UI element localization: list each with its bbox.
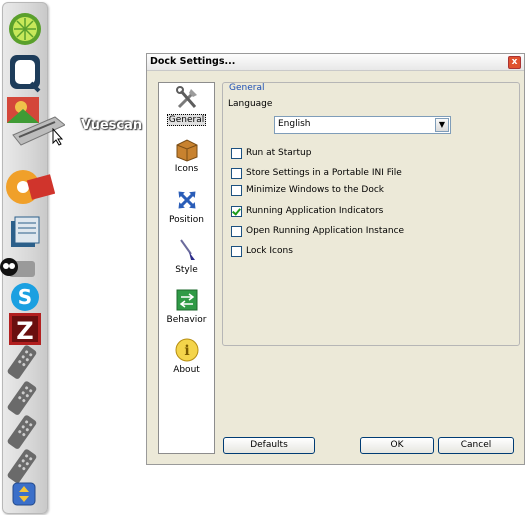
dock-menu-icon[interactable] [11, 481, 37, 507]
ok-button[interactable]: OK [360, 437, 434, 454]
sidebar-item-icons[interactable]: Icons [159, 135, 214, 174]
option-label: Run at Startup [246, 148, 312, 158]
sidebar-label-position: Position [168, 215, 205, 225]
remote-icon[interactable] [7, 415, 43, 451]
option-minimize-to-dock[interactable]: Minimize Windows to the Dock [231, 184, 384, 196]
option-label: Running Application Indicators [246, 206, 384, 216]
group-title: General [228, 83, 266, 93]
sidebar-item-general[interactable]: General [159, 85, 214, 126]
checkbox[interactable] [231, 245, 242, 257]
sidebar-item-position[interactable]: Position [159, 186, 214, 225]
title-bar[interactable]: Dock Settings... x [147, 54, 524, 71]
checkbox[interactable] [231, 225, 242, 237]
sidebar-item-style[interactable]: Style [159, 236, 214, 275]
media-player-icon[interactable] [5, 167, 56, 204]
option-label: Lock Icons [246, 246, 293, 256]
lime-icon[interactable] [7, 11, 43, 47]
cancel-button[interactable]: Cancel [438, 437, 514, 454]
filezilla-icon[interactable]: Z [7, 312, 43, 348]
sidebar-item-about[interactable]: i About [159, 336, 214, 375]
sidebar-label-style: Style [175, 265, 198, 275]
move-icon [178, 191, 195, 209]
svg-text:Z: Z [16, 317, 33, 345]
option-label: Open Running Application Instance [246, 226, 405, 236]
sidebar-item-behavior[interactable]: Behavior [159, 286, 214, 325]
language-select[interactable]: English ▼ [274, 116, 451, 134]
dock-settings-dialog: Dock Settings... x General Icons Positio… [146, 53, 525, 465]
option-label: Minimize Windows to the Dock [246, 185, 385, 195]
dock: S Z [0, 2, 66, 514]
defaults-button[interactable]: Defaults [223, 437, 315, 454]
checkbox[interactable] [231, 167, 242, 179]
settings-sidebar: General Icons Position Style Behavior i … [158, 82, 215, 454]
info-icon: i [175, 338, 198, 362]
remote-icon[interactable] [7, 449, 43, 485]
checkbox-checked[interactable] [231, 205, 242, 217]
brush-icon [179, 239, 195, 260]
sidebar-label-behavior: Behavior [166, 315, 207, 325]
svg-text:S: S [18, 285, 32, 309]
language-select-value: English [278, 119, 311, 129]
option-label: Store Settings in a Portable INI File [246, 168, 402, 178]
sidebar-label-icons: Icons [174, 164, 199, 174]
checkbox[interactable] [231, 147, 242, 159]
option-running-indicators[interactable]: Running Application Indicators [231, 205, 383, 217]
close-button[interactable]: x [508, 56, 521, 69]
option-lock-icons[interactable]: Lock Icons [231, 245, 293, 257]
dock-hover-label: Vuescan [81, 118, 143, 133]
qt-icon[interactable] [7, 53, 43, 93]
tools-icon [175, 86, 197, 109]
language-label: Language [228, 99, 273, 109]
mouse-cursor-icon [52, 127, 64, 149]
document-icon[interactable] [7, 215, 43, 251]
behavior-icon [176, 289, 197, 311]
box-icon [176, 139, 197, 162]
chevron-down-icon[interactable]: ▼ [435, 118, 449, 132]
checkbox[interactable] [231, 184, 242, 196]
remote-icon[interactable] [7, 381, 43, 417]
option-open-running-instance[interactable]: Open Running Application Instance [231, 225, 404, 237]
option-portable-ini[interactable]: Store Settings in a Portable INI File [231, 167, 402, 179]
sidebar-label-about: About [173, 365, 200, 375]
remote-icon[interactable] [7, 345, 43, 381]
option-run-at-startup[interactable]: Run at Startup [231, 147, 311, 159]
sidebar-label-general: General [166, 114, 207, 126]
svg-text:i: i [184, 343, 189, 359]
dialog-title: Dock Settings... [150, 56, 236, 67]
